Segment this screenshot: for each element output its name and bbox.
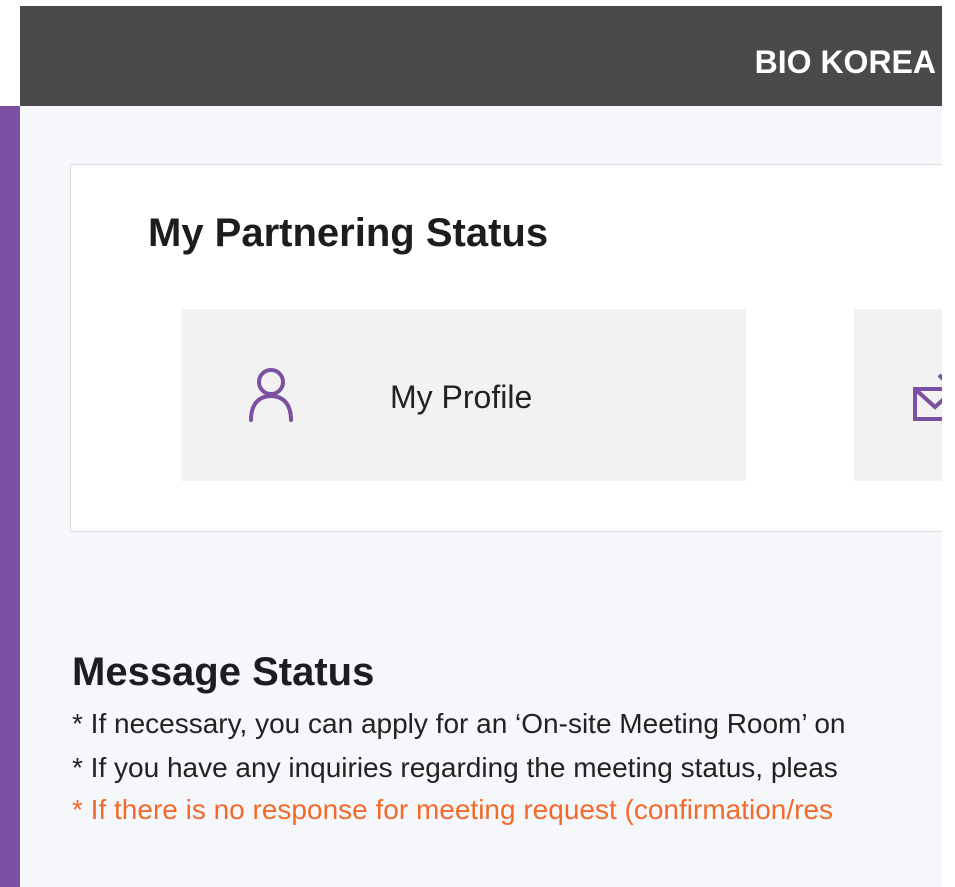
top-header-bar: BIO KOREA [20,6,942,106]
user-icon [247,366,295,422]
messages-tile[interactable] [854,309,942,481]
message-status-warning: * If there is no response for meeting re… [72,794,834,825]
mail-download-icon [912,363,942,425]
my-profile-tile[interactable]: My Profile [181,309,746,481]
left-accent-bar [0,106,20,887]
my-profile-label: My Profile [390,379,533,415]
message-status-note: * If you have any inquiries regarding th… [72,752,838,783]
page: BIO KOREA My Partnering Status My Profil… [0,0,955,887]
viewport-right-edge [942,0,955,887]
brand-title[interactable]: BIO KOREA [755,44,936,81]
main-content: My Partnering Status My Profile Message … [20,106,942,887]
message-status-note: * If necessary, you can apply for an ‘On… [72,708,846,739]
partnering-status-card: My Partnering Status My Profile [70,164,942,532]
partnering-status-title: My Partnering Status [148,211,549,255]
message-status-title: Message Status [72,650,375,694]
